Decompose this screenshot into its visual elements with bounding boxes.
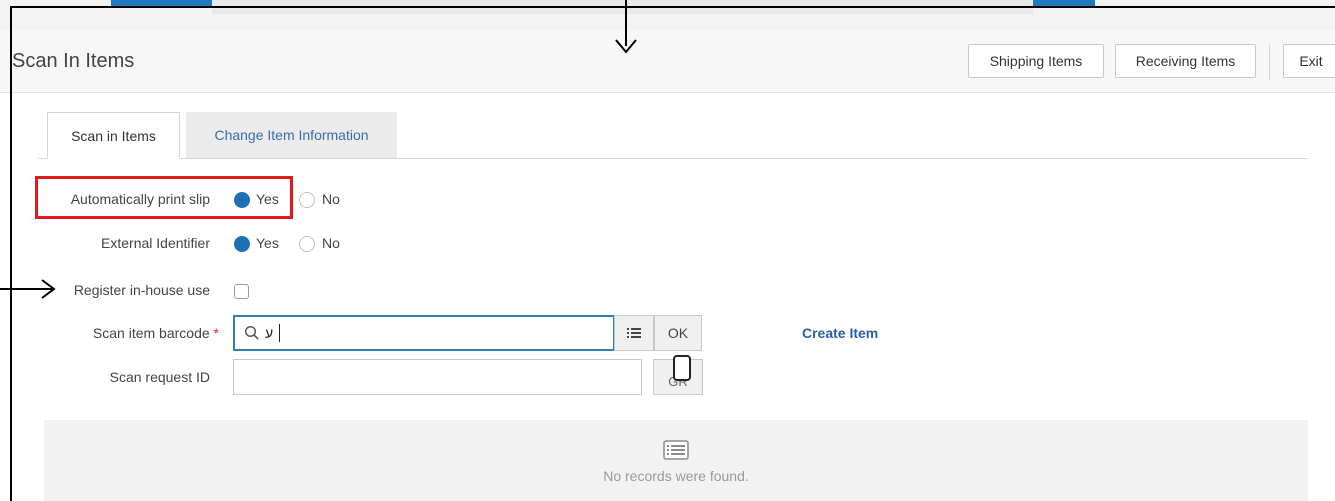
scan-request-input[interactable] [233,359,642,395]
required-mark: * [213,325,219,341]
create-item-link[interactable]: Create Item [802,325,878,341]
scan-barcode-value: ע [265,325,274,341]
annotation-line [10,6,12,501]
external-identifier-yes-radio[interactable] [234,236,250,252]
shipping-items-button[interactable]: Shipping Items [968,44,1104,78]
scan-request-label: Scan request ID [109,369,210,385]
tab-change-item-information[interactable]: Change Item Information [186,112,397,158]
cursor-icon [673,355,691,381]
auto-print-no-label[interactable]: No [322,191,340,207]
in-house-use-checkbox[interactable] [234,284,249,299]
tab-divider [38,158,47,159]
scan-barcode-label-wrap: Scan item barcode * [10,325,219,341]
receiving-items-button[interactable]: Receiving Items [1115,44,1256,78]
ok-button[interactable]: OK [654,315,702,351]
arrow-down-icon [615,39,637,54]
exit-button[interactable]: Exit [1283,44,1335,78]
results-panel [44,420,1308,501]
auto-print-no-radio[interactable] [299,192,315,208]
external-identifier-label: External Identifier [101,235,210,251]
page-title: Scan In Items [12,50,135,72]
list-icon [627,328,641,338]
empty-state-text: No records were found. [603,468,749,484]
arrow-right-icon [41,279,56,299]
external-identifier-no-label[interactable]: No [322,235,340,251]
scan-barcode-label: Scan item barcode [92,325,210,341]
search-icon [244,325,259,340]
tab-scan-in-items[interactable]: Scan in Items [47,112,180,158]
header-divider [1269,44,1270,80]
list-button[interactable] [614,315,654,351]
annotation-line [10,6,1335,8]
tab-divider [180,158,1308,159]
list-empty-icon [663,440,689,460]
external-identifier-yes-label[interactable]: Yes [256,235,279,251]
highlight-box [35,176,293,219]
external-identifier-no-radio[interactable] [299,236,315,252]
text-cursor [279,324,280,342]
scan-barcode-input[interactable]: ע [233,315,615,351]
